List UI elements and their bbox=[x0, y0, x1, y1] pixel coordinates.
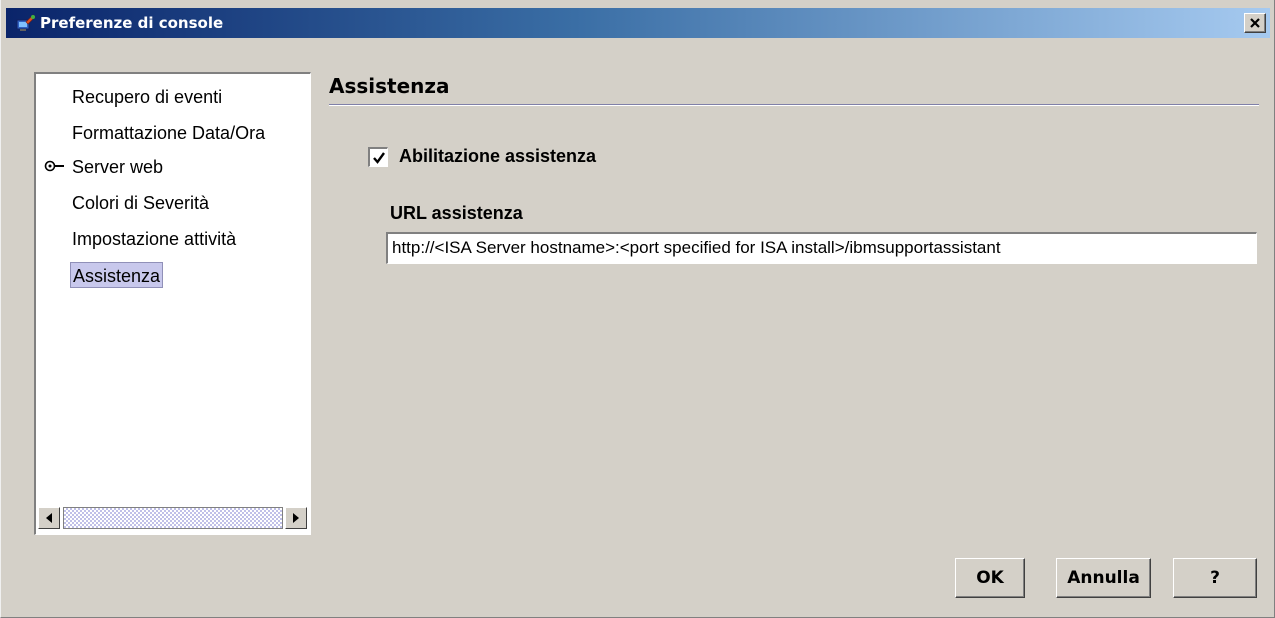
checkmark-icon bbox=[372, 151, 385, 164]
arrow-left-icon bbox=[46, 513, 52, 523]
help-button[interactable]: ? bbox=[1173, 558, 1257, 598]
close-icon bbox=[1250, 18, 1260, 28]
close-button[interactable] bbox=[1244, 13, 1266, 33]
window-title: Preferenze di console bbox=[40, 14, 224, 32]
app-icon bbox=[16, 14, 36, 31]
nav-item-date-format[interactable]: Formattazione Data/Ora bbox=[72, 120, 265, 146]
scroll-left-button[interactable] bbox=[38, 507, 60, 529]
url-label: URL assistenza bbox=[390, 203, 523, 223]
cancel-button[interactable]: Annulla bbox=[1056, 558, 1151, 598]
title-bar[interactable]: Preferenze di console bbox=[6, 8, 1270, 38]
preferences-dialog: Preferenze di console Recupero di eventi… bbox=[0, 0, 1275, 618]
scrollbar-track[interactable] bbox=[63, 507, 283, 529]
section-divider bbox=[329, 104, 1259, 106]
arrow-right-icon bbox=[293, 513, 299, 523]
scroll-right-button[interactable] bbox=[285, 507, 307, 529]
enable-assistance-label[interactable]: Abilitazione assistenza bbox=[399, 146, 596, 167]
nav-item-web-server[interactable]: Server web bbox=[72, 154, 163, 180]
nav-item-event-retrieval[interactable]: Recupero di eventi bbox=[72, 84, 222, 110]
nav-item-task-settings[interactable]: Impostazione attività bbox=[72, 226, 236, 252]
section-title: Assistenza bbox=[329, 74, 450, 98]
key-icon bbox=[44, 160, 64, 172]
enable-assistance-checkbox[interactable] bbox=[368, 147, 388, 167]
nav-item-severity-colors[interactable]: Colori di Severità bbox=[72, 190, 209, 216]
url-input[interactable]: http://<ISA Server hostname>:<port speci… bbox=[386, 232, 1257, 264]
horizontal-scrollbar[interactable] bbox=[36, 504, 309, 534]
ok-button[interactable]: OK bbox=[955, 558, 1025, 598]
nav-item-assistance[interactable]: Assistenza bbox=[70, 262, 164, 288]
preferences-nav-list[interactable]: Recupero di eventi Formattazione Data/Or… bbox=[34, 72, 311, 535]
